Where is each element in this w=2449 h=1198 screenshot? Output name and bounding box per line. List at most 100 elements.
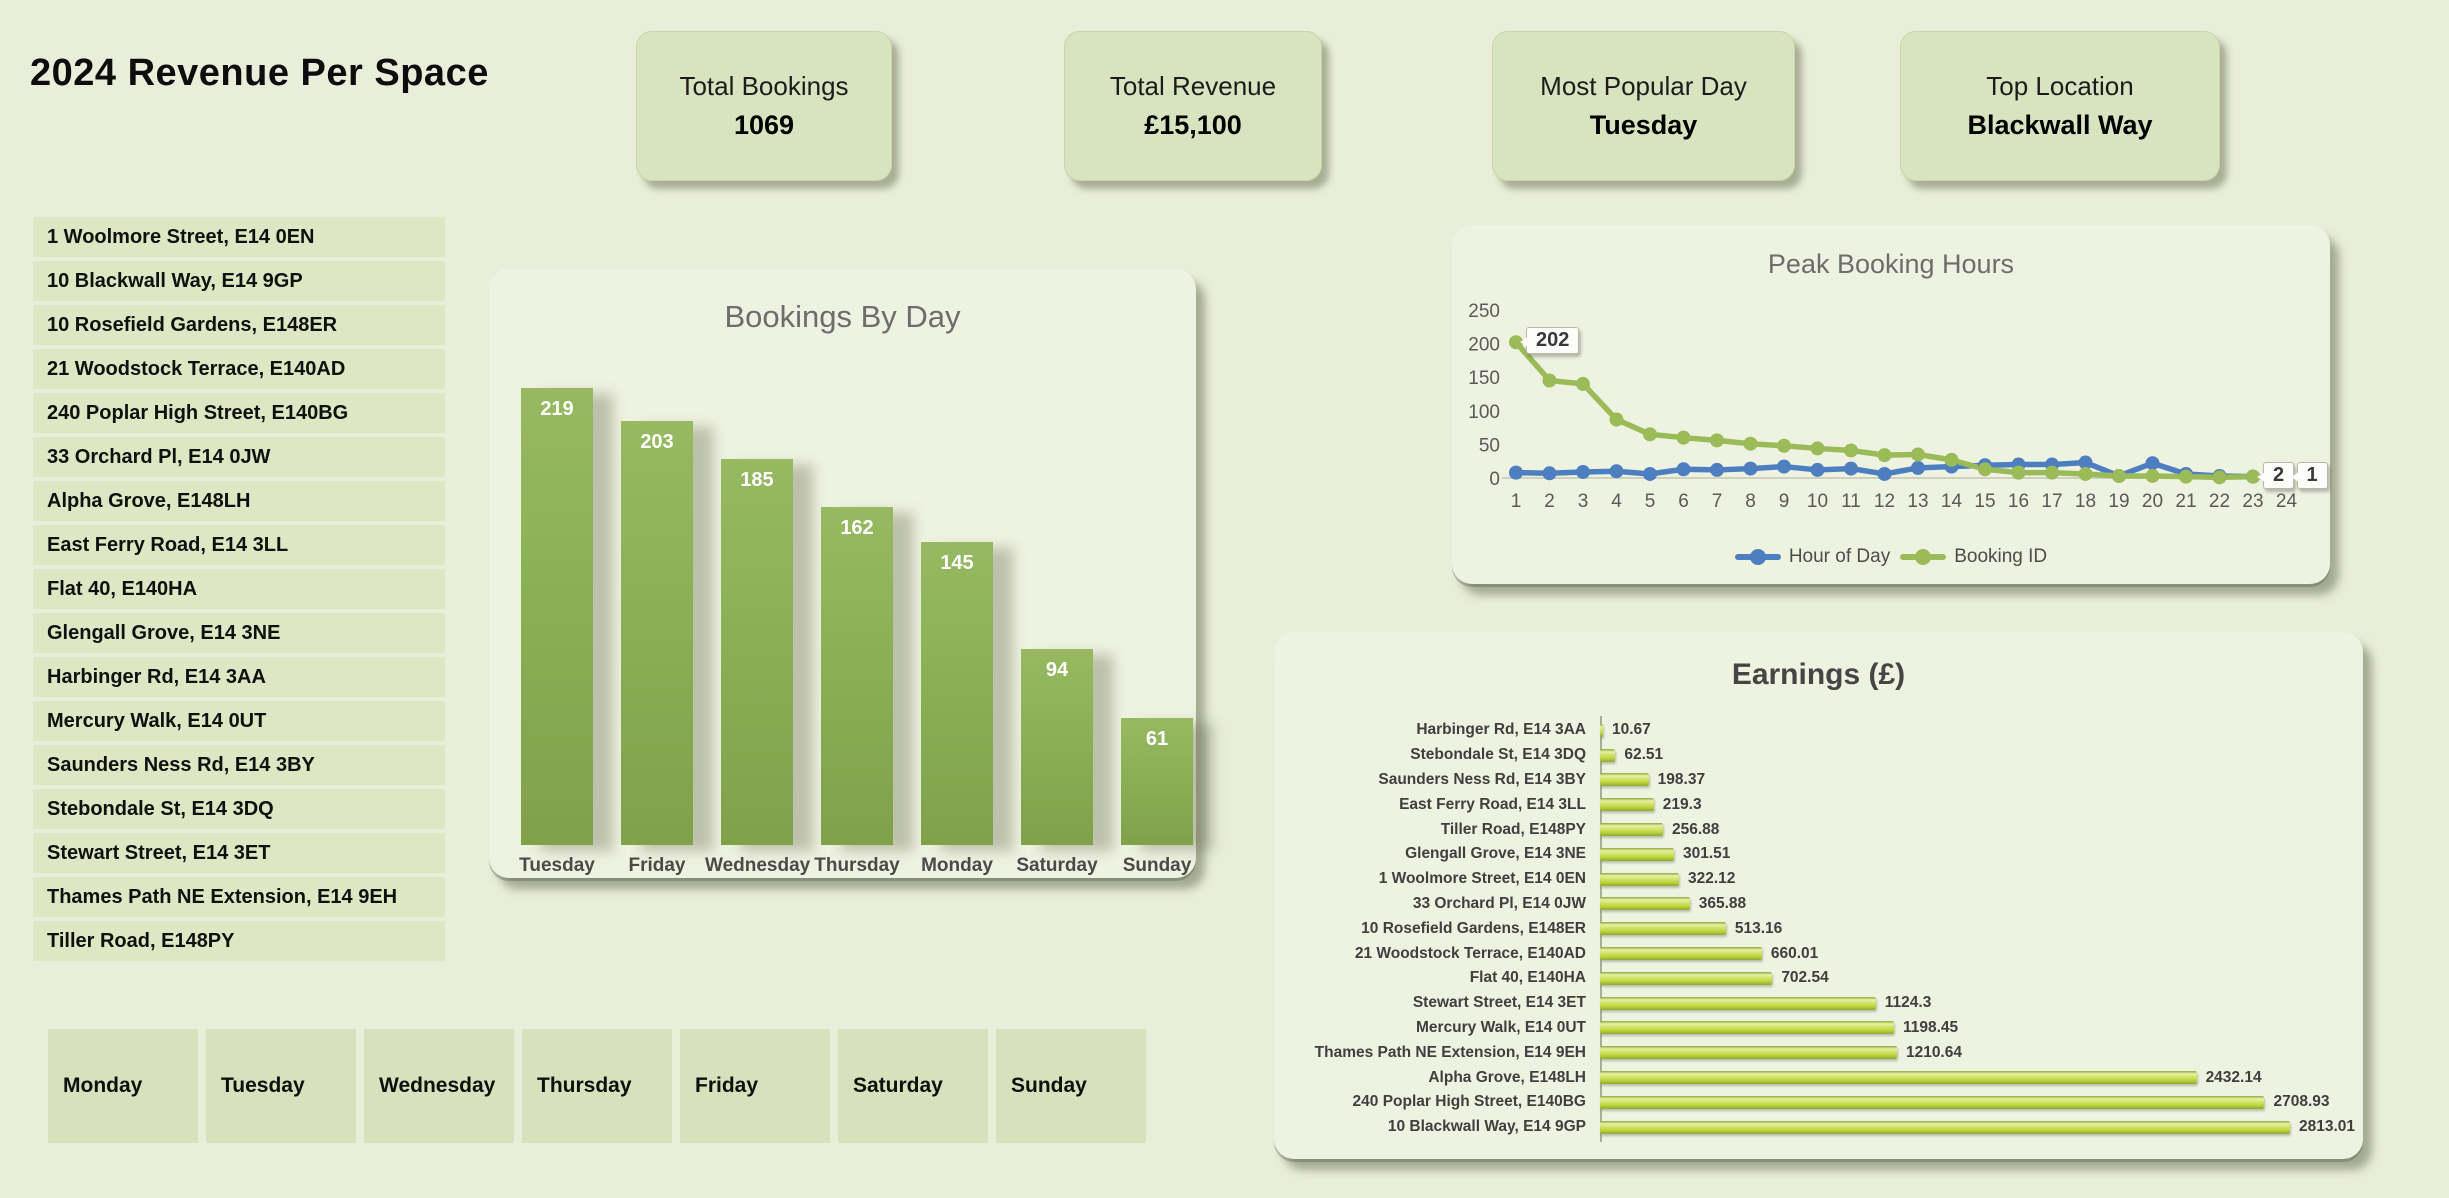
location-slicer-item[interactable]: Stebondale St, E14 3DQ (33, 789, 445, 829)
kpi-value: 1069 (734, 110, 794, 141)
x-tick-label: 14 (1941, 491, 1963, 512)
location-slicer-item[interactable]: 1 Woolmore Street, E14 0EN (33, 217, 445, 257)
location-slicer-item[interactable]: 10 Rosefield Gardens, E148ER (33, 305, 445, 345)
earnings-row: 10 Blackwall Way, E14 9GP2813.01 (1274, 1115, 2363, 1140)
earnings-bar (1600, 1071, 2197, 1084)
earnings-value-label: 513.16 (1735, 920, 1782, 938)
hour-of-day-point (1543, 466, 1557, 480)
booking-id-point (2179, 470, 2193, 484)
x-tick-label: 3 (1578, 491, 1589, 512)
legend-label: Hour of Day (1789, 546, 1890, 568)
booking-id-point (2112, 469, 2126, 483)
location-slicer-item[interactable]: Saunders Ness Rd, E14 3BY (33, 745, 445, 785)
location-slicer-item[interactable]: Glengall Grove, E14 3NE (33, 613, 445, 653)
location-slicer-item[interactable]: 21 Woodstock Terrace, E140AD (33, 349, 445, 389)
location-slicer-item[interactable]: 10 Blackwall Way, E14 9GP (33, 261, 445, 301)
x-tick-label: 19 (2108, 491, 2129, 512)
bookings-bar: 145 (921, 542, 993, 845)
earnings-row: Tiller Road, E148PY256.88 (1274, 817, 2363, 842)
hour-of-day-point (2146, 456, 2160, 470)
bookings-by-day-chart: Bookings By Day 219Tuesday203Friday185We… (489, 269, 1196, 878)
bookings-category-label: Tuesday (505, 855, 609, 877)
booking-id-point (1710, 433, 1724, 447)
bookings-bar-plot: 219Tuesday203Friday185Wednesday162Thursd… (489, 269, 1196, 878)
y-tick-label: 50 (1479, 435, 1500, 456)
bookings-value-label: 61 (1121, 728, 1193, 751)
earnings-bar (1600, 873, 1679, 886)
earnings-value-label: 301.51 (1683, 845, 1730, 863)
x-tick-label: 1 (1511, 491, 1522, 512)
day-slicer-item[interactable]: Wednesday (364, 1029, 514, 1143)
legend-item[interactable]: Booking ID (1900, 546, 2047, 568)
bookings-value-label: 203 (621, 431, 693, 454)
earnings-bar (1600, 1121, 2290, 1134)
location-slicer-item[interactable]: Tiller Road, E148PY (33, 921, 445, 961)
location-slicer-item[interactable]: 240 Poplar High Street, E140BG (33, 393, 445, 433)
booking-id-point (1945, 453, 1959, 467)
page-title: 2024 Revenue Per Space (30, 52, 489, 95)
hour-of-day-point (1811, 463, 1825, 477)
kpi-value: Blackwall Way (1967, 110, 2152, 141)
booking-id-point (2146, 469, 2160, 483)
earnings-value-label: 256.88 (1672, 821, 1719, 839)
bookings-category-label: Thursday (805, 855, 909, 877)
x-tick-label: 23 (2242, 491, 2263, 512)
location-slicer-item[interactable]: East Ferry Road, E14 3LL (33, 525, 445, 565)
location-slicer-item[interactable]: Harbinger Rd, E14 3AA (33, 657, 445, 697)
location-slicer-item[interactable]: 33 Orchard Pl, E14 0JW (33, 437, 445, 477)
earnings-value-label: 322.12 (1688, 870, 1735, 888)
x-tick-label: 18 (2075, 491, 2096, 512)
y-tick-label: 0 (1489, 469, 1500, 490)
x-tick-label: 5 (1645, 491, 1656, 512)
earnings-rows: Harbinger Rd, E14 3AA10.67Stebondale St,… (1274, 718, 2363, 1140)
bookings-category-label: Monday (905, 855, 1009, 877)
y-tick-label: 100 (1468, 402, 1500, 423)
earnings-category-label: Mercury Walk, E14 0UT (1274, 1019, 1600, 1037)
day-slicer-item[interactable]: Sunday (996, 1029, 1146, 1143)
hour-of-day-point (1677, 462, 1691, 476)
hour-of-day-point (1610, 464, 1624, 478)
x-tick-label: 24 (2276, 491, 2298, 512)
day-slicer-item[interactable]: Thursday (522, 1029, 672, 1143)
x-tick-label: 8 (1745, 491, 1756, 512)
bookings-category-label: Wednesday (705, 855, 809, 877)
earnings-category-label: 33 Orchard Pl, E14 0JW (1274, 895, 1600, 913)
legend-item[interactable]: Hour of Day (1735, 546, 1890, 568)
day-slicer-item[interactable]: Monday (48, 1029, 198, 1143)
legend-marker (1900, 554, 1946, 560)
data-label-callout: 202 (1526, 327, 1579, 354)
hour-of-day-point (1911, 461, 1925, 475)
booking-id-point (1978, 462, 1992, 476)
bookings-value-label: 185 (721, 469, 793, 492)
day-slicer-item[interactable]: Saturday (838, 1029, 988, 1143)
x-tick-label: 2 (1544, 491, 1555, 512)
chart-title: Earnings (£) (1274, 658, 2363, 692)
earnings-category-label: 10 Blackwall Way, E14 9GP (1274, 1118, 1600, 1136)
earnings-bar (1600, 897, 1690, 910)
earnings-bar (1600, 773, 1649, 786)
earnings-row: 240 Poplar High Street, E140BG2708.93 (1274, 1090, 2363, 1115)
bookings-bar: 219 (521, 388, 593, 845)
booking-id-point (1911, 447, 1925, 461)
bookings-value-label: 94 (1021, 659, 1093, 682)
location-slicer-item[interactable]: Alpha Grove, E148LH (33, 481, 445, 521)
day-slicer-item[interactable]: Friday (680, 1029, 830, 1143)
x-tick-label: 7 (1712, 491, 1723, 512)
day-slicer-item[interactable]: Tuesday (206, 1029, 356, 1143)
x-tick-label: 21 (2175, 491, 2196, 512)
earnings-value-label: 2432.14 (2206, 1069, 2262, 1087)
location-slicer-item[interactable]: Stewart Street, E14 3ET (33, 833, 445, 873)
booking-id-point (1543, 374, 1557, 388)
hour-of-day-point (1844, 462, 1858, 476)
y-tick-label: 200 (1468, 335, 1500, 356)
x-tick-label: 22 (2209, 491, 2230, 512)
earnings-bar (1600, 798, 1654, 811)
earnings-category-label: Saunders Ness Rd, E14 3BY (1274, 771, 1600, 789)
location-slicer-item[interactable]: Mercury Walk, E14 0UT (33, 701, 445, 741)
location-slicer-item[interactable]: Thames Path NE Extension, E14 9EH (33, 877, 445, 917)
location-slicer-item[interactable]: Flat 40, E140HA (33, 569, 445, 609)
booking-id-point (1677, 431, 1691, 445)
bookings-value-label: 145 (921, 552, 993, 575)
x-tick-label: 17 (2041, 491, 2062, 512)
earnings-category-label: Flat 40, E140HA (1274, 969, 1600, 987)
